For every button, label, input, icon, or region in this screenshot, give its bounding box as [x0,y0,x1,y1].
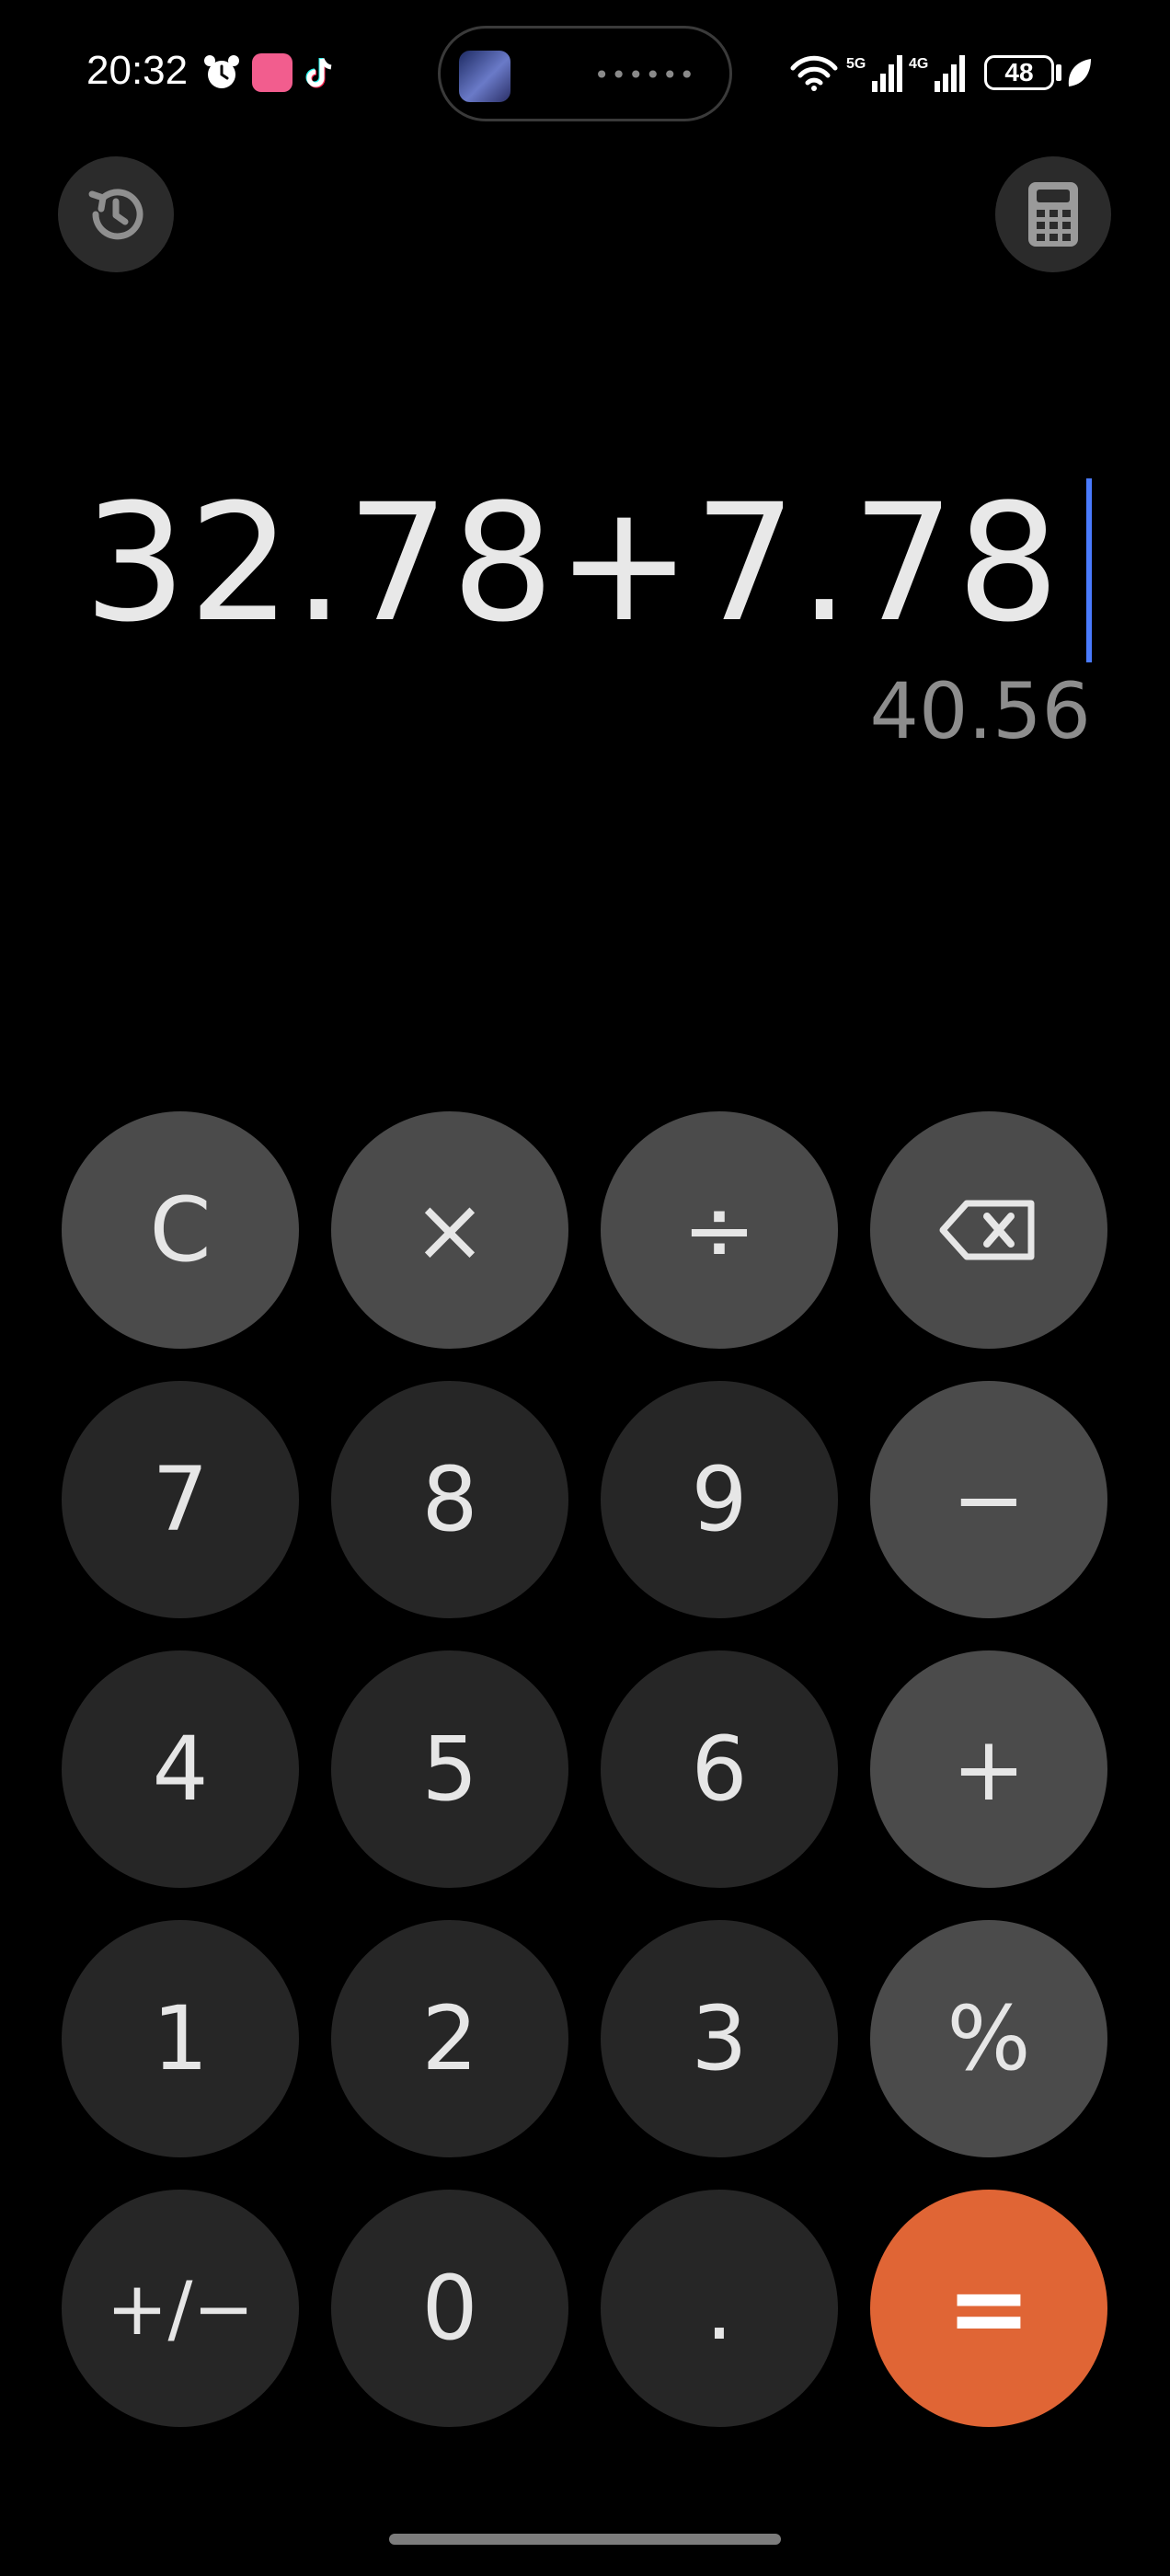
clear-button[interactable]: C [62,1111,299,1349]
svg-text:4G: 4G [909,56,928,72]
digit-4-button[interactable]: 4 [62,1650,299,1888]
audio-wave-indicator: •••••• [593,60,696,90]
history-button[interactable] [58,156,174,272]
digit-6-button[interactable]: 6 [601,1650,838,1888]
digit-5-button[interactable]: 5 [331,1650,568,1888]
status-time: 20:32 [86,48,189,93]
decimal-point-button[interactable]: . [601,2190,838,2427]
equals-button[interactable]: = [870,2190,1107,2427]
home-indicator[interactable] [389,2534,781,2545]
digit-8-button[interactable]: 8 [331,1381,568,1618]
toggle-sign-button[interactable]: +/− [62,2190,299,2427]
status-bar: 20:32 •••••• 5G 4G 48 [0,0,1170,147]
alarm-icon [204,55,239,88]
leaf-icon [1068,59,1091,86]
bilibili-app-icon [252,53,292,92]
dynamic-island[interactable]: •••••• [438,26,732,121]
battery-icon: 48 [984,55,1054,90]
digit-3-button[interactable]: 3 [601,1920,838,2157]
backspace-icon [939,1200,1035,1260]
battery-cap [1056,64,1061,81]
signal-5g-icon: 5G [846,55,902,92]
multiply-button[interactable]: × [331,1111,568,1349]
calculator-mode-button[interactable] [995,156,1111,272]
digit-2-button[interactable]: 2 [331,1920,568,2157]
minus-button[interactable]: − [870,1381,1107,1618]
result-preview: 40.56 [869,666,1091,756]
expression-display[interactable]: 32.78+7.78 [84,467,1061,661]
clock-history-icon [88,189,143,240]
media-thumbnail [459,51,510,102]
wifi-icon [790,55,838,91]
signal-4g-icon: 4G [909,55,965,92]
digit-7-button[interactable]: 7 [62,1381,299,1618]
divide-button[interactable]: ÷ [601,1111,838,1349]
calculator-icon [1028,182,1078,247]
percent-button[interactable]: % [870,1920,1107,2157]
svg-text:5G: 5G [846,56,866,72]
digit-9-button[interactable]: 9 [601,1381,838,1618]
digit-0-button[interactable]: 0 [331,2190,568,2427]
tiktok-icon [305,58,332,88]
backspace-button[interactable] [870,1111,1107,1349]
digit-1-button[interactable]: 1 [62,1920,299,2157]
plus-button[interactable]: + [870,1650,1107,1888]
text-cursor [1086,478,1092,662]
